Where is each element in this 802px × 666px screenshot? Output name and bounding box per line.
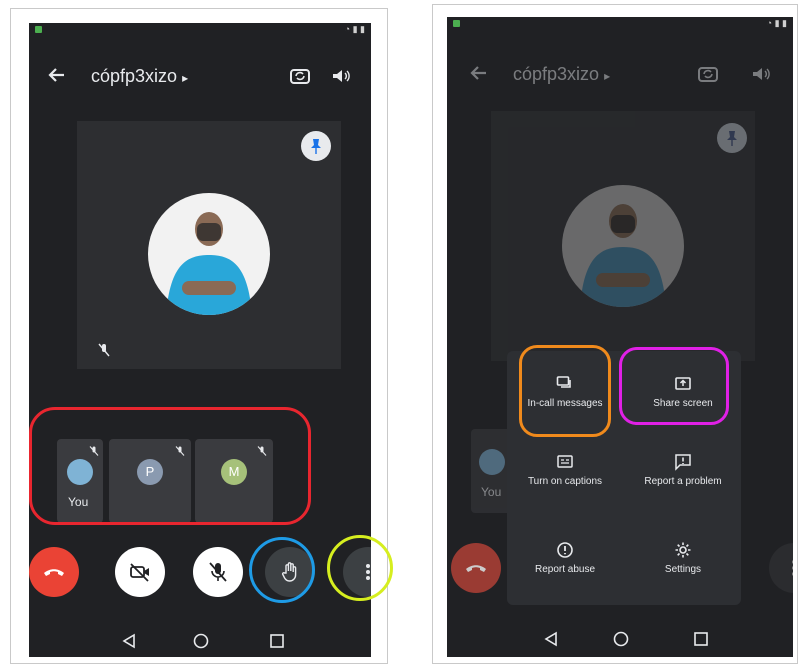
notification-icon (35, 26, 42, 33)
back-arrow-icon[interactable] (469, 63, 489, 89)
alert-circle-icon (557, 542, 573, 558)
camera-switch-icon[interactable] (289, 65, 311, 92)
participant-tile-you[interactable]: You (471, 429, 511, 513)
raise-hand-highlight (249, 537, 315, 603)
turn-on-captions-item[interactable]: Turn on captions (515, 453, 615, 488)
notification-icon (453, 20, 460, 27)
left-phone-screen: ◔ ▮ ▮ cópfp3xizo ▸ You P M (29, 23, 371, 657)
camera-toggle-button[interactable] (115, 547, 165, 597)
end-call-button[interactable] (451, 543, 501, 593)
home-circle-icon[interactable] (613, 631, 629, 652)
status-icons: ◔ ▮ ▮ (344, 24, 365, 34)
meeting-code-title[interactable]: cópfp3xizo ▸ (91, 66, 188, 87)
avatar (479, 449, 505, 475)
chevron-right-icon: ▸ (604, 69, 611, 83)
status-icons: ◔ ▮ ▮ (766, 18, 787, 28)
pin-icon[interactable] (717, 123, 747, 153)
call-header: cópfp3xizo ▸ (447, 55, 793, 95)
participants-highlight (29, 407, 311, 525)
feedback-icon (675, 454, 691, 471)
android-nav-bar (447, 621, 793, 657)
captions-icon (557, 455, 573, 468)
camera-switch-icon[interactable] (697, 63, 719, 90)
meeting-code-title[interactable]: cópfp3xizo ▸ (513, 64, 610, 85)
participant-avatar-large (562, 185, 684, 307)
chevron-right-icon: ▸ (182, 71, 189, 85)
main-video-tile (77, 121, 341, 369)
main-video-tile (491, 111, 755, 361)
report-abuse-item[interactable]: Report abuse (515, 541, 615, 576)
right-screenshot-frame: ◔ ▮ ▮ cópfp3xizo ▸ You In-call messages … (432, 4, 798, 664)
in-call-messages-highlight (519, 345, 611, 437)
gear-icon (675, 542, 691, 558)
participant-label-you: You (481, 485, 502, 499)
back-triangle-icon[interactable] (543, 631, 559, 652)
status-bar: ◔ ▮ ▮ (29, 23, 371, 37)
status-bar: ◔ ▮ ▮ (447, 17, 793, 31)
participant-avatar-large (148, 193, 270, 315)
speaker-icon[interactable] (329, 65, 351, 92)
left-screenshot-frame: ◔ ▮ ▮ cópfp3xizo ▸ You P M (10, 8, 393, 664)
call-header: cópfp3xizo ▸ (29, 57, 371, 97)
recents-square-icon[interactable] (693, 631, 709, 652)
back-arrow-icon[interactable] (47, 65, 67, 91)
share-screen-highlight (619, 347, 729, 425)
mic-off-icon (97, 343, 111, 362)
more-options-button[interactable] (769, 543, 793, 593)
home-circle-icon[interactable] (193, 633, 209, 654)
back-triangle-icon[interactable] (121, 633, 137, 654)
mic-toggle-button[interactable] (193, 547, 243, 597)
more-options-highlight (327, 535, 393, 601)
pin-icon[interactable] (301, 131, 331, 161)
android-nav-bar (29, 623, 371, 657)
recents-square-icon[interactable] (269, 633, 285, 654)
report-problem-item[interactable]: Report a problem (633, 453, 733, 488)
right-phone-screen: ◔ ▮ ▮ cópfp3xizo ▸ You In-call messages … (447, 17, 793, 657)
end-call-button[interactable] (29, 547, 79, 597)
speaker-icon[interactable] (749, 63, 771, 90)
settings-item[interactable]: Settings (633, 541, 733, 576)
